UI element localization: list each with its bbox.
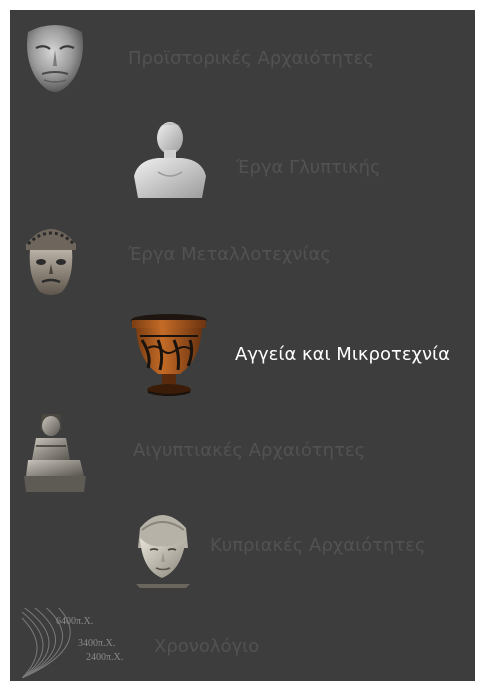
menu-item-label: Χρονολόγιο (154, 636, 260, 657)
seated-statue-icon (24, 414, 86, 492)
menu-item-egyptian[interactable]: Αιγυπτιακές Αρχαιότητες (22, 410, 422, 496)
timeline-mark: 6400π.Χ. (56, 616, 93, 627)
timeline-icon: 6400π.Χ. 3400π.Χ. 2400π.Χ. (22, 608, 123, 678)
krater-vase-icon (131, 314, 207, 396)
bronze-helmet-icon (26, 229, 76, 295)
menu-item-cypriot[interactable]: Κυπριακές Αρχαιότητες (126, 508, 475, 588)
gold-mask-icon (27, 25, 83, 92)
menu-item-label: Αιγυπτιακές Αρχαιότητες (133, 440, 366, 461)
menu-item-vases[interactable]: Αγγεία και Μικροτεχνία (128, 312, 473, 400)
stone-head-icon (136, 515, 190, 588)
menu-item-sculpture[interactable]: Έργα Γλυπτικής (128, 120, 408, 198)
menu-item-label: Κυπριακές Αρχαιότητες (210, 535, 426, 556)
timeline-mark: 2400π.Χ. (86, 652, 123, 663)
timeline-mark: 3400π.Χ. (78, 638, 115, 649)
menu-item-prehistoric[interactable]: Προϊστορικές Αρχαιότητες (22, 22, 422, 94)
menu-item-label: Έργα Γλυπτικής (236, 157, 381, 178)
menu-item-chronology[interactable]: 6400π.Χ. 3400π.Χ. 2400π.Χ. Χρονολόγιο (22, 608, 322, 678)
marble-bust-icon (134, 122, 206, 198)
menu-item-label: Έργα Μεταλλοτεχνίας (128, 244, 331, 265)
menu-item-label: Αγγεία και Μικροτεχνία (235, 344, 450, 365)
menu-item-metalwork[interactable]: Έργα Μεταλλοτεχνίας (22, 220, 382, 298)
collection-menu-panel: Προϊστορικές Αρχαιότητες Έργα Γλυπτικής (10, 10, 475, 681)
menu-item-label: Προϊστορικές Αρχαιότητες (128, 48, 374, 69)
